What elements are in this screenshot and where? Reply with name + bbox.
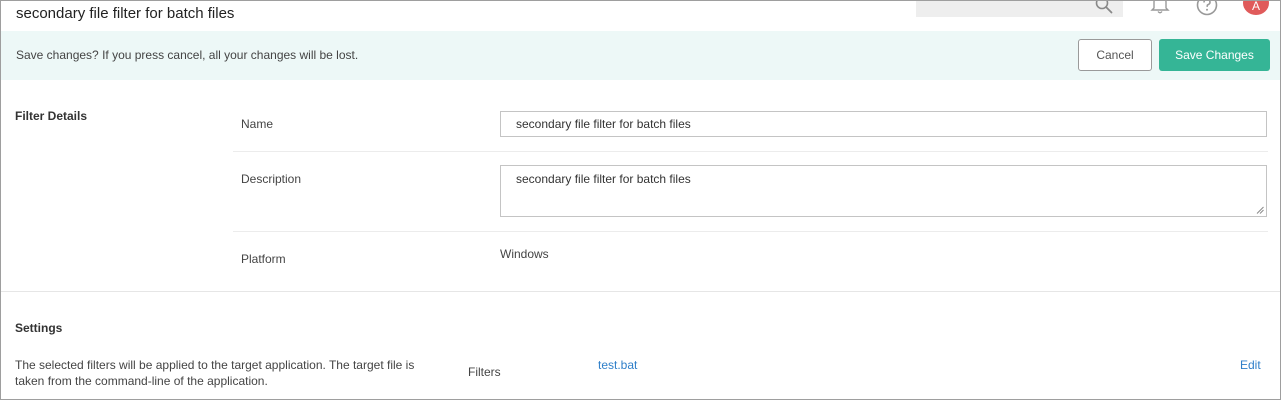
description-label: Description (241, 172, 302, 186)
description-field[interactable]: secondary file filter for batch files (500, 165, 1267, 217)
page-title: secondary file filter for batch files (16, 5, 235, 22)
description-field-value: secondary file filter for batch files (516, 172, 691, 186)
platform-value: Windows (500, 247, 549, 261)
name-field[interactable]: secondary file filter for batch files (500, 111, 1267, 137)
save-changes-bar: Save changes? If you press cancel, all y… (1, 31, 1280, 80)
bell-icon[interactable] (1150, 0, 1170, 14)
save-changes-message: Save changes? If you press cancel, all y… (16, 48, 359, 62)
platform-label: Platform (241, 252, 286, 266)
name-label: Name (241, 117, 274, 131)
settings-heading: Settings (15, 321, 63, 335)
search-icon[interactable] (1095, 0, 1113, 14)
row-divider (233, 231, 1268, 232)
settings-description: The selected filters will be applied to … (15, 358, 415, 388)
section-divider (1, 291, 1280, 292)
search-input[interactable] (916, 0, 1123, 17)
cancel-button[interactable]: Cancel (1078, 39, 1152, 71)
filter-link[interactable]: test.bat (598, 358, 637, 372)
edit-filters-link[interactable]: Edit (1240, 358, 1261, 372)
filter-details-heading: Filter Details (15, 109, 88, 123)
help-icon[interactable] (1196, 0, 1218, 16)
row-divider (233, 151, 1268, 152)
avatar[interactable]: A (1243, 0, 1269, 15)
resize-grip-icon[interactable] (1256, 206, 1264, 214)
filters-label: Filters (468, 365, 501, 379)
save-changes-button[interactable]: Save Changes (1159, 39, 1270, 71)
